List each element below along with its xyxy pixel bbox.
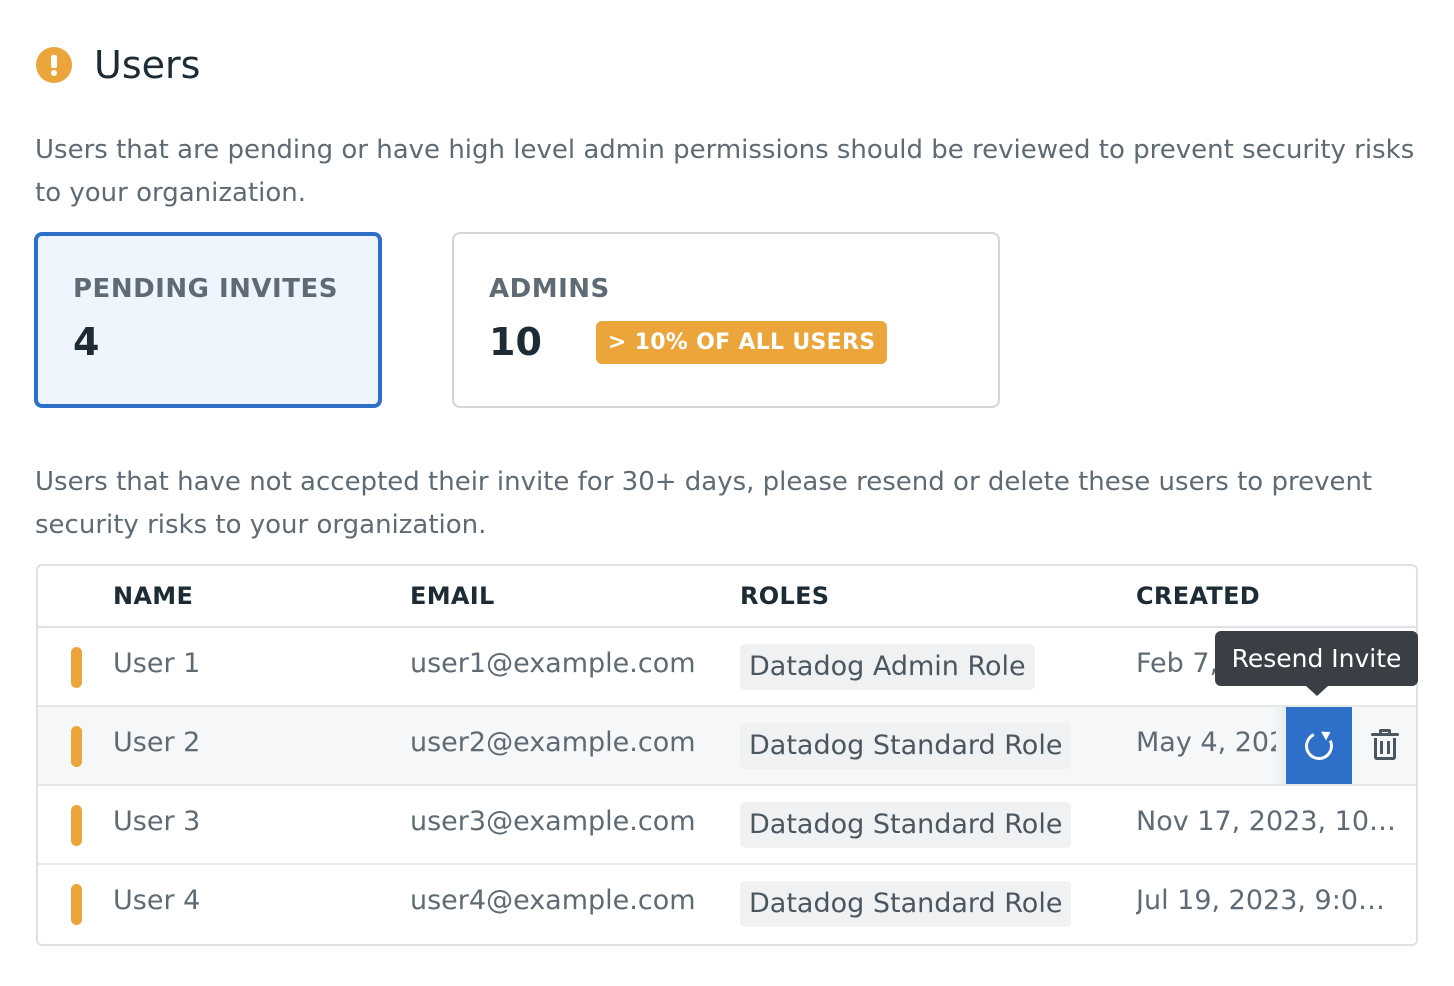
admins-warning-badge: > 10% OF ALL USERS: [595, 320, 888, 364]
user-name: User 2: [113, 727, 201, 758]
intro-description: Users that are pending or have high leve…: [35, 135, 1415, 208]
pending-status-indicator: [71, 726, 82, 767]
role-tag: Datadog Standard Role: [740, 881, 1072, 927]
user-name: User 4: [113, 885, 201, 916]
table-description: Users that have not accepted their invit…: [35, 467, 1373, 540]
column-header-created[interactable]: CREATED: [1136, 582, 1260, 610]
table-row[interactable]: User 2 user2@example.com Datadog Standar…: [38, 707, 1416, 786]
created-date: May 4, 2023, 1:26 PM: [1136, 727, 1276, 758]
resend-invite-button[interactable]: [1286, 707, 1352, 784]
table-row[interactable]: User 3 user3@example.com Datadog Standar…: [38, 786, 1416, 865]
user-name: User 3: [113, 806, 201, 837]
trash-lid-icon: [1371, 733, 1399, 736]
pending-invites-label: PENDING INVITES: [73, 274, 338, 304]
table-header: NAME EMAIL ROLES CREATED: [38, 566, 1416, 628]
page-title: Users: [94, 43, 201, 87]
actions-fade: [1274, 707, 1286, 784]
table-row[interactable]: User 1 user1@example.com Datadog Admin R…: [38, 628, 1416, 707]
trash-line-icon: [1387, 741, 1390, 754]
column-header-email[interactable]: EMAIL: [410, 582, 495, 610]
trash-line-icon: [1380, 741, 1383, 754]
created-date: Jul 19, 2023, 9:04 AM: [1136, 885, 1398, 916]
role-tag: Datadog Standard Role: [740, 723, 1072, 769]
resend-invite-tooltip: Resend Invite: [1215, 631, 1418, 696]
pending-invites-count: 4: [73, 320, 100, 364]
admins-count: 10: [489, 320, 542, 364]
row-actions: [1274, 707, 1416, 784]
column-header-roles[interactable]: ROLES: [740, 582, 829, 610]
column-header-name[interactable]: NAME: [113, 582, 193, 610]
user-email: user4@example.com: [410, 885, 696, 916]
role-tag: Datadog Standard Role: [740, 802, 1072, 848]
table-row[interactable]: User 4 user4@example.com Datadog Standar…: [38, 865, 1416, 944]
page-header: Users: [36, 40, 200, 90]
user-name: User 1: [113, 648, 201, 679]
pending-status-indicator: [71, 647, 82, 688]
pending-status-indicator: [71, 805, 82, 846]
pending-status-indicator: [71, 884, 82, 925]
created-date: Nov 17, 2023, 10:12 AM: [1136, 806, 1398, 837]
admins-card[interactable]: ADMINS 10 > 10% OF ALL USERS: [452, 232, 1000, 408]
warning-icon: [36, 47, 72, 83]
user-email: user1@example.com: [410, 648, 696, 679]
user-email: user2@example.com: [410, 727, 696, 758]
pending-users-table: NAME EMAIL ROLES CREATED User 1 user1@ex…: [36, 564, 1418, 946]
admins-label: ADMINS: [489, 274, 610, 304]
role-tag: Datadog Admin Role: [740, 644, 1035, 690]
delete-user-button[interactable]: [1352, 707, 1416, 784]
pending-invites-card[interactable]: PENDING INVITES 4: [34, 232, 382, 408]
trash-body-icon: [1374, 738, 1396, 760]
user-email: user3@example.com: [410, 806, 696, 837]
